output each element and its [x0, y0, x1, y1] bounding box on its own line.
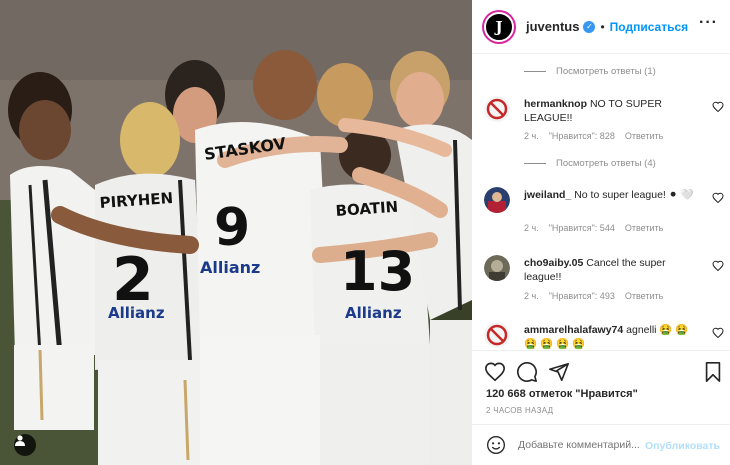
- comment-time: 2 ч.: [524, 131, 539, 141]
- likes-count[interactable]: 120 668 отметок "Нравится": [486, 388, 638, 400]
- comment-meta: 2 ч. "Нравится": 493 Ответить: [524, 291, 663, 301]
- share-paper-plane-icon[interactable]: [548, 361, 570, 383]
- comment-username[interactable]: jweiland_: [524, 189, 571, 201]
- view-replies-button-2[interactable]: Посмотреть ответы (4): [524, 158, 656, 169]
- replies-line: [524, 71, 546, 72]
- comment-text: hermanknop NO TO SUPER LEAGUE!!: [524, 97, 704, 125]
- post-time-ago[interactable]: 2 ЧАСОВ НАЗАД: [486, 406, 553, 415]
- avatar-logo-letter: J: [495, 17, 503, 36]
- like-comment-heart-icon[interactable]: [712, 101, 724, 113]
- verified-badge-icon: ✓: [583, 20, 596, 33]
- jersey-number-9: 9: [214, 198, 250, 258]
- like-heart-icon[interactable]: [484, 361, 506, 383]
- commenter-avatar[interactable]: [484, 187, 510, 213]
- no-sign-avatar-icon: [484, 322, 510, 348]
- commenter-avatar[interactable]: [484, 96, 510, 122]
- replies-line: [524, 163, 546, 164]
- view-replies-label: Посмотреть ответы (4): [556, 158, 656, 169]
- sponsor-allianz-2: Allianz: [108, 304, 165, 322]
- reply-button[interactable]: Ответить: [625, 291, 663, 301]
- publish-comment-button[interactable]: Опубликовать: [645, 440, 720, 452]
- comment-username[interactable]: cho9aiby.05: [524, 257, 583, 269]
- more-options-icon[interactable]: ···: [699, 15, 718, 31]
- comment-likes[interactable]: "Нравится": 493: [549, 291, 615, 301]
- comment-text: ammarelhalafawy74 agnelli 🤮 🤮 🤮 🤮 🤮 🤮: [524, 323, 704, 350]
- person-icon: [15, 435, 25, 446]
- commenter-avatar[interactable]: [484, 322, 510, 348]
- save-bookmark-icon[interactable]: [702, 361, 724, 383]
- user-tag-button[interactable]: [14, 434, 36, 456]
- profile-photo-icon: [484, 255, 510, 281]
- like-comment-heart-icon[interactable]: [712, 327, 724, 339]
- team-huddle-image: STASKOV PIRYHEN BOATIN 9 2 13 Allianz Al…: [0, 0, 472, 465]
- comment-text: jweiland_ No to super league! ⚫ 🤍: [524, 188, 704, 202]
- like-comment-heart-icon[interactable]: [712, 260, 724, 272]
- comment-time: 2 ч.: [524, 223, 539, 233]
- no-sign-avatar-icon: [484, 96, 510, 122]
- comments-list[interactable]: Посмотреть ответы (1) hermanknop NO TO S…: [472, 55, 730, 350]
- like-comment-heart-icon[interactable]: [712, 192, 724, 204]
- comment-username[interactable]: hermanknop: [524, 98, 587, 110]
- post-actions-bar: [472, 350, 730, 390]
- comment-meta: 2 ч. "Нравится": 544 Ответить: [524, 223, 663, 233]
- reply-button[interactable]: Ответить: [625, 223, 663, 233]
- juventus-avatar[interactable]: J: [484, 11, 514, 42]
- emoji-smiley-icon[interactable]: [486, 435, 506, 455]
- commenter-avatar[interactable]: [484, 255, 510, 281]
- view-replies-button-1[interactable]: Посмотреть ответы (1): [524, 66, 656, 77]
- view-replies-label: Посмотреть ответы (1): [556, 66, 656, 77]
- post-side-panel: J juventus ✓ • Подписаться ··· Посмотрет…: [472, 0, 730, 465]
- comment-likes[interactable]: "Нравится": 544: [549, 223, 615, 233]
- comment-content: No to super league! ⚫ 🤍: [574, 189, 694, 201]
- follow-button[interactable]: Подписаться: [610, 20, 688, 34]
- post-photo[interactable]: STASKOV PIRYHEN BOATIN 9 2 13 Allianz Al…: [0, 0, 472, 465]
- post-header: J juventus ✓ • Подписаться ···: [472, 0, 730, 54]
- profile-photo-icon: [484, 187, 510, 213]
- comment-likes[interactable]: "Нравится": 828: [549, 131, 615, 141]
- comment-time: 2 ч.: [524, 291, 539, 301]
- jersey-number-13: 13: [340, 240, 415, 303]
- instagram-post: STASKOV PIRYHEN BOATIN 9 2 13 Allianz Al…: [0, 0, 730, 465]
- sponsor-allianz-1: Allianz: [200, 258, 260, 277]
- add-comment-bar: Опубликовать: [472, 424, 730, 465]
- comment-meta: 2 ч. "Нравится": 828 Ответить: [524, 131, 663, 141]
- header-separator: •: [600, 19, 605, 34]
- post-author-username[interactable]: juventus: [526, 19, 579, 34]
- comment-bubble-icon[interactable]: [516, 361, 538, 383]
- comment-username[interactable]: ammarelhalafawy74: [524, 324, 623, 336]
- reply-button[interactable]: Ответить: [625, 131, 663, 141]
- comment-text: cho9aiby.05 Cancel the super league!!: [524, 256, 704, 284]
- sponsor-allianz-3: Allianz: [345, 304, 402, 322]
